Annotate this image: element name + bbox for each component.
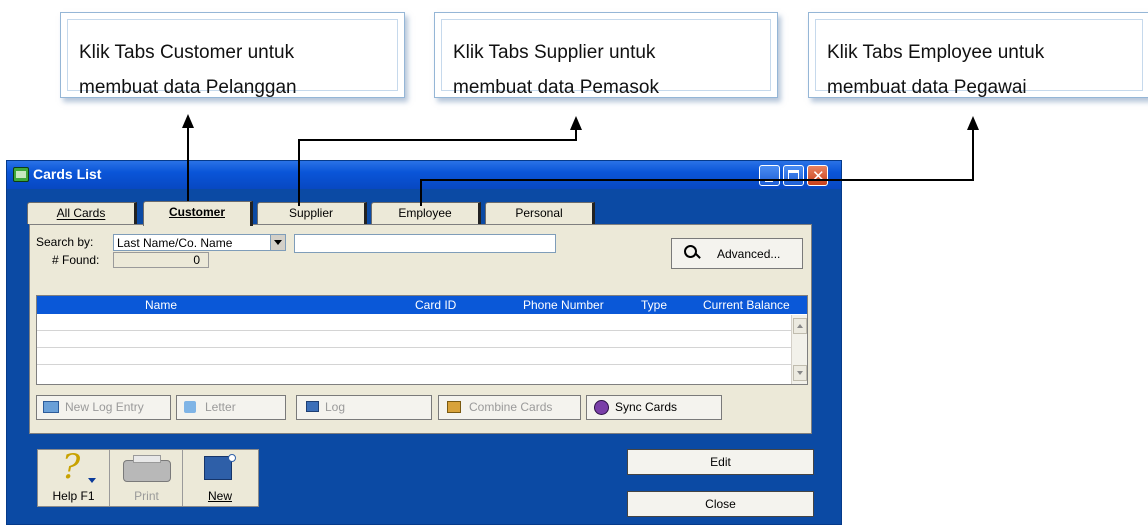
arrow-up-icon	[967, 116, 979, 130]
tab-customer[interactable]: Customer	[143, 201, 253, 226]
tab-label: Customer	[168, 205, 225, 219]
callout-connectors	[182, 114, 979, 206]
arrow-up-icon	[570, 116, 582, 130]
supplier-connector	[298, 127, 577, 206]
arrow-up-icon	[182, 114, 194, 128]
employee-connector	[420, 127, 974, 206]
